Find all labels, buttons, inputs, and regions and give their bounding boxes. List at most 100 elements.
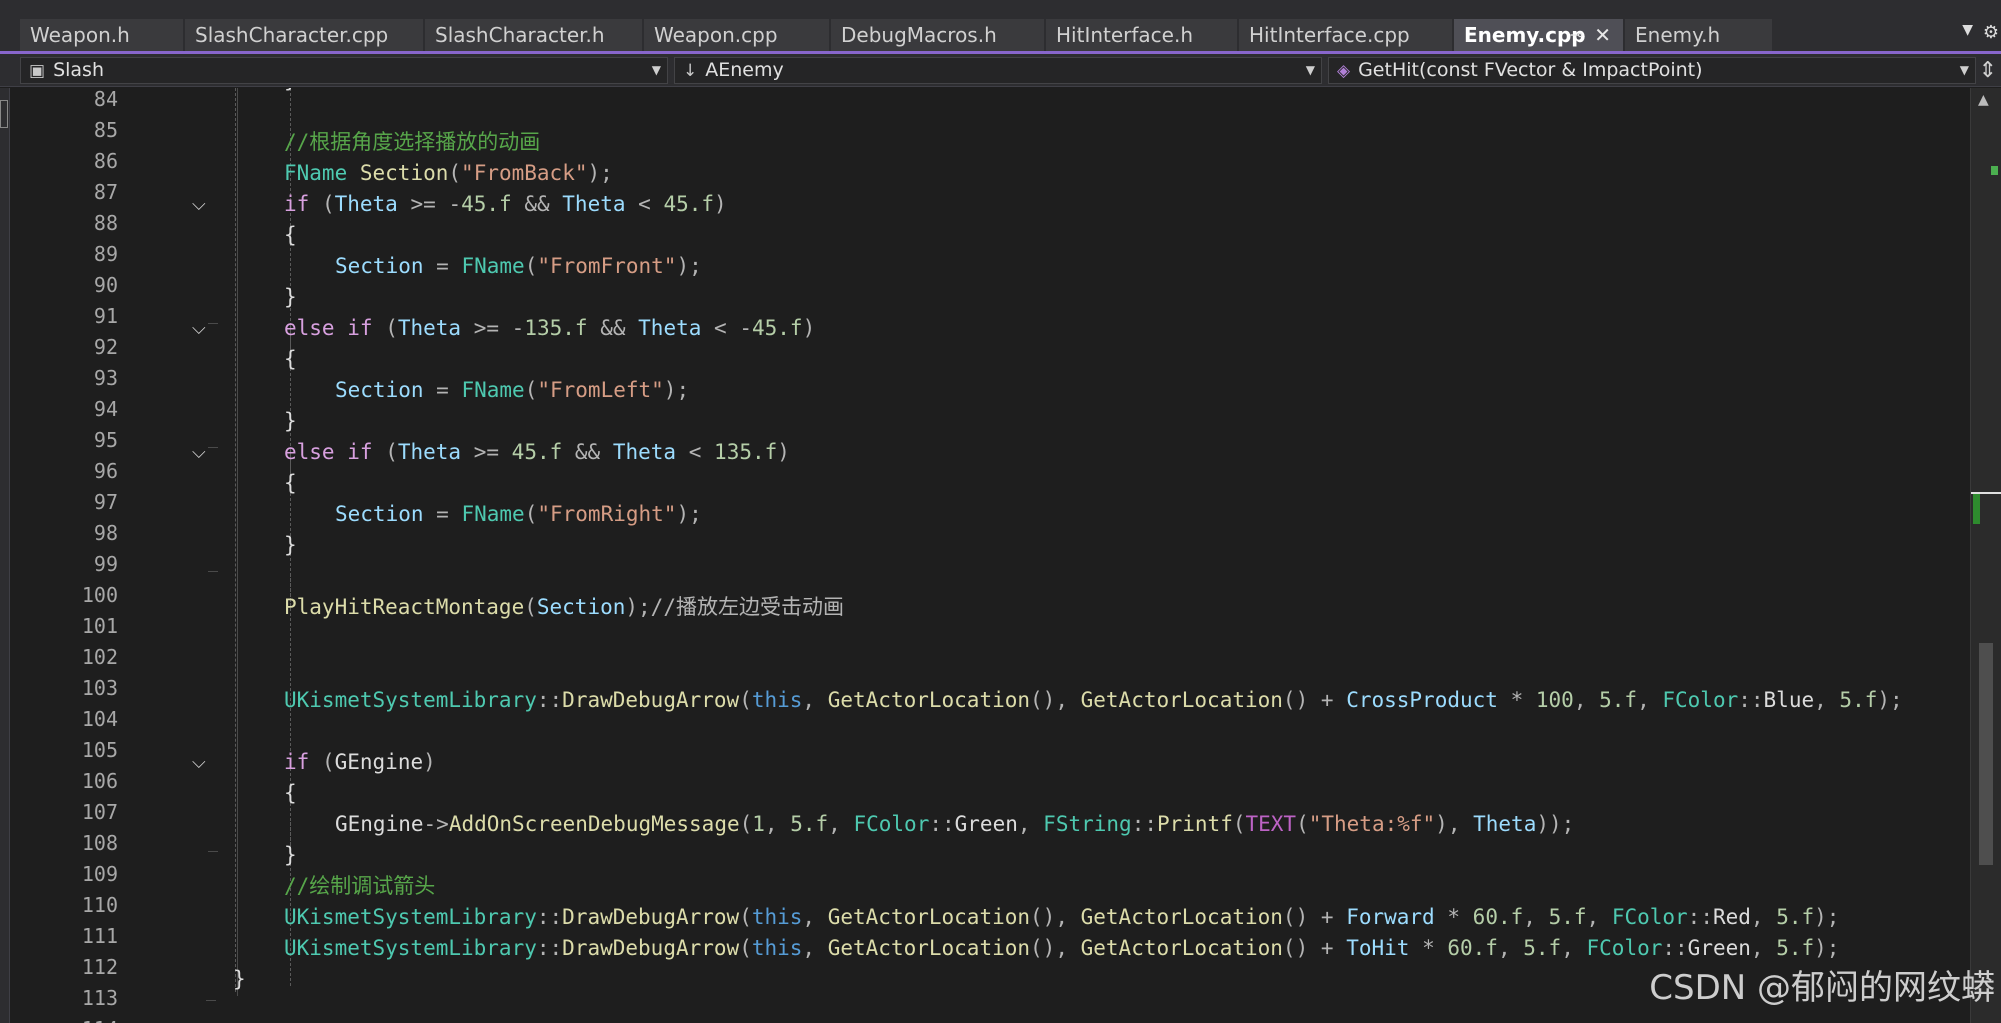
class-scope-dropdown[interactable]: ↓ AEnemy ▼	[674, 57, 1322, 84]
code-line: 109 }	[54, 840, 1970, 886]
document-tab-bar: Weapon.h SlashCharacter.cpp SlashCharact…	[0, 0, 2001, 54]
left-strip-marker	[0, 100, 8, 128]
comment: //绘制调试箭头	[284, 874, 436, 898]
code-line: 111 UKismetSystemLibrary::DrawDebugArrow…	[54, 902, 1970, 948]
code-text: {	[284, 471, 297, 495]
code-line: 84 }	[54, 88, 1970, 111]
member-label: GetHit(const FVector & ImpactPoint)	[1358, 59, 1703, 81]
code-line: 103	[54, 654, 1970, 700]
tab-enemy-cpp[interactable]: Enemy.cpp ⊸ ✕	[1454, 19, 1624, 51]
code-line: 98 Section = FName("FromRight");	[54, 499, 1970, 545]
code-editor[interactable]: 84 } 85 86 //根据角度选择播放的动画 87 FName Sectio…	[54, 88, 1970, 1023]
project-dropdown[interactable]: ▣ Slash ▼	[20, 57, 668, 84]
scroll-up-arrow-icon[interactable]: ▲	[1978, 92, 1989, 108]
code-line: 108 GEngine->AddOnScreenDebugMessage(1, …	[54, 809, 1970, 855]
vertical-scrollbar[interactable]: ▲	[1970, 88, 2001, 1023]
left-tool-strip	[0, 88, 10, 1023]
selection-margin[interactable]	[10, 88, 54, 1023]
code-line: 107 {	[54, 778, 1970, 824]
code-line: 90 Section = FName("FromFront");	[54, 251, 1970, 297]
tab-label: Weapon.h	[30, 23, 130, 47]
tab-hitinterface-cpp[interactable]: HitInterface.cpp	[1239, 19, 1453, 51]
code-token: }	[284, 88, 297, 92]
code-line: 87 FName Section("FromBack");	[54, 158, 1970, 204]
code-text: UKismetSystemLibrary::DrawDebugArrow(thi…	[284, 936, 1840, 960]
tab-label: HitInterface.cpp	[1249, 23, 1410, 47]
change-marker	[1973, 494, 1980, 524]
scrollbar-thumb[interactable]	[1979, 643, 1993, 865]
code-text: Section = FName("FromFront");	[335, 254, 702, 278]
code-text: UKismetSystemLibrary::DrawDebugArrow(thi…	[284, 688, 1903, 712]
code-text: }	[284, 285, 297, 309]
code-text: }	[284, 533, 297, 557]
code-text: else if (Theta >= -135.f && Theta < -45.…	[284, 316, 816, 340]
tab-label: HitInterface.h	[1056, 23, 1194, 47]
code-line: 85	[54, 96, 1970, 142]
tab-list-dropdown-icon[interactable]: ▼	[1962, 22, 1973, 38]
code-line: 96 ⌵ else if (Theta >= 45.f && Theta < 1…	[54, 437, 1970, 483]
code-line: 88 ⌵ if (Theta >= -45.f && Theta < 45.f)	[54, 189, 1970, 235]
code-line: 91 }	[54, 282, 1970, 328]
code-text: GEngine->AddOnScreenDebugMessage(1, 5.f,…	[335, 812, 1575, 836]
code-text: FName Section("FromBack");	[284, 161, 613, 185]
tab-weapon-cpp[interactable]: Weapon.cpp	[644, 19, 830, 51]
code-text: else if (Theta >= 45.f && Theta < 135.f)	[284, 440, 790, 464]
code-line: 102	[54, 623, 1970, 669]
fold-toggle-icon[interactable]: ⌵	[192, 437, 206, 468]
tab-label: DebugMacros.h	[841, 23, 997, 47]
tab-label: Weapon.cpp	[654, 23, 778, 47]
class-scope-label: AEnemy	[705, 59, 784, 81]
close-icon[interactable]: ✕	[1594, 19, 1611, 51]
code-text: }	[284, 843, 297, 867]
gear-icon[interactable]: ⚙	[1983, 22, 1999, 43]
project-icon: ▣	[29, 61, 46, 81]
tab-debugmacros-h[interactable]: DebugMacros.h	[831, 19, 1045, 51]
tab-label: Enemy.h	[1635, 23, 1721, 47]
watermark: CSDN @郁闷的网纹蟒	[1649, 968, 1995, 1008]
line-number: 114	[54, 1014, 118, 1023]
code-text: }	[284, 88, 297, 96]
tab-hitinterface-h[interactable]: HitInterface.h	[1046, 19, 1238, 51]
tab-label: SlashCharacter.h	[435, 23, 605, 47]
method-cube-icon: ◈	[1337, 61, 1351, 81]
tab-label: SlashCharacter.cpp	[195, 23, 389, 47]
chevron-down-icon: ▼	[1305, 63, 1315, 77]
fold-toggle-icon[interactable]: ⌵	[192, 747, 206, 778]
code-text: PlayHitReactMontage(Section);//播放左边受击动画	[284, 595, 844, 619]
code-line: 95 }	[54, 406, 1970, 452]
change-marker	[1991, 166, 1998, 175]
code-line: 99 }	[54, 530, 1970, 576]
tab-label: Enemy.cpp	[1464, 23, 1586, 47]
code-text: Section = FName("FromRight");	[335, 502, 702, 526]
tab-slashcharacter-h[interactable]: SlashCharacter.h	[425, 19, 643, 51]
code-line: 105	[54, 716, 1970, 762]
code-line: 101 PlayHitReactMontage(Section);//播放左边受…	[54, 592, 1970, 638]
code-line: 86 //根据角度选择播放的动画	[54, 127, 1970, 173]
navigation-bar: ▣ Slash ▼ ↓ AEnemy ▼ ◈ GetHit(const FVector…	[0, 54, 2001, 87]
member-dropdown[interactable]: ◈ GetHit(const FVector & ImpactPoint) ▼	[1328, 57, 1976, 84]
code-text: {	[284, 223, 297, 247]
code-line: 89 {	[54, 220, 1970, 266]
code-line: 110 //绘制调试箭头	[54, 871, 1970, 917]
split-window-icon[interactable]: ⇕	[1979, 58, 1997, 83]
code-line: 97 {	[54, 468, 1970, 514]
pin-icon[interactable]: ⊸	[1570, 19, 1583, 51]
code-line: 92 ⌵ else if (Theta >= -135.f && Theta <…	[54, 313, 1970, 359]
fold-toggle-icon[interactable]: ⌵	[192, 189, 206, 220]
code-text: {	[284, 781, 297, 805]
scope-arrow-icon: ↓	[683, 61, 698, 81]
code-text: UKismetSystemLibrary::DrawDebugArrow(thi…	[284, 905, 1840, 929]
chevron-down-icon: ▼	[1959, 63, 1969, 77]
code-line: 100	[54, 561, 1970, 607]
project-label: Slash	[53, 59, 104, 81]
tab-slashcharacter-cpp[interactable]: SlashCharacter.cpp	[185, 19, 424, 51]
code-line: 106 ⌵ if (GEngine)	[54, 747, 1970, 793]
tab-enemy-h[interactable]: Enemy.h	[1625, 19, 1773, 51]
code-line: 93 {	[54, 344, 1970, 390]
tab-weapon-h[interactable]: Weapon.h	[20, 19, 184, 51]
code-text: if (Theta >= -45.f && Theta < 45.f)	[284, 192, 727, 216]
code-line: 94 Section = FName("FromLeft");	[54, 375, 1970, 421]
code-text: }	[233, 967, 246, 991]
chevron-down-icon: ▼	[651, 63, 661, 77]
fold-toggle-icon[interactable]: ⌵	[192, 313, 206, 344]
